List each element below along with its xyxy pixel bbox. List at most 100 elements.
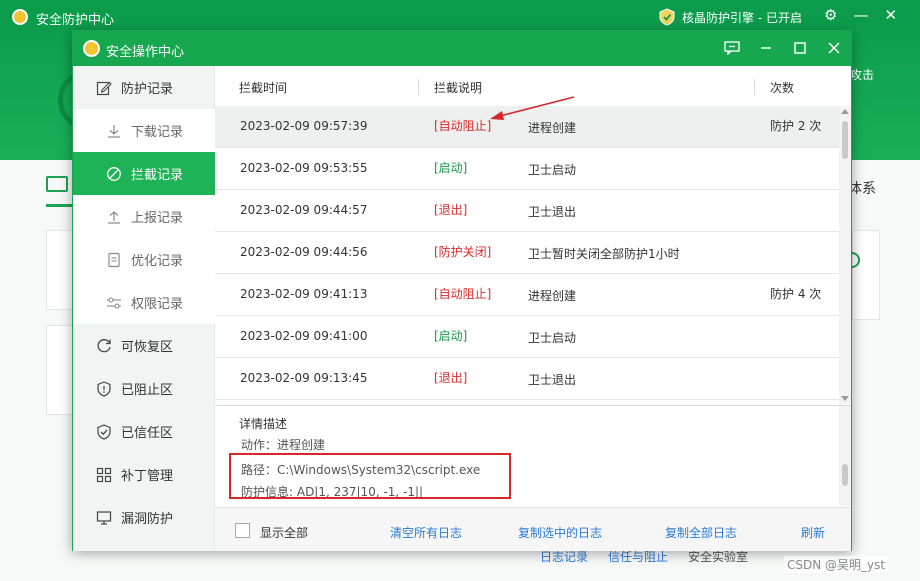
sidebar-item-optimize-records[interactable]: 优化记录	[73, 238, 215, 281]
engine-status[interactable]: 核晶防护引擎 - 已开启	[658, 8, 802, 26]
column-header-time[interactable]: 拦截时间	[239, 79, 287, 96]
sidebar-item-label: 优化记录	[131, 254, 184, 269]
sidebar-item-report-records[interactable]: 上报记录	[73, 195, 215, 238]
background-close-icon[interactable]: ✕	[884, 6, 897, 24]
settings-gear-icon[interactable]: ⚙	[824, 6, 837, 24]
clear-all-logs-link[interactable]: 清空所有日志	[390, 524, 462, 541]
row-time: 2023-02-09 09:44:57	[240, 203, 368, 217]
active-tab-indicator	[46, 204, 72, 207]
row-tag: [自动阻止]	[434, 287, 492, 301]
grid-icon	[96, 467, 112, 483]
table-row[interactable]: 2023-02-09 09:41:13 [自动阻止] 进程创建 防护 4 次	[215, 274, 839, 316]
show-all-label[interactable]: 显示全部	[260, 524, 308, 541]
column-separator	[754, 79, 755, 95]
table-row[interactable]: 2023-02-09 09:53:55 [启动] 卫士启动	[215, 148, 839, 190]
scrollbar-thumb[interactable]	[842, 464, 848, 486]
download-icon	[106, 123, 122, 139]
sidebar-item-label: 已信任区	[121, 426, 174, 441]
table-scrollbar[interactable]	[839, 106, 851, 404]
detail-title: 详情描述	[239, 417, 288, 431]
maximize-icon[interactable]	[791, 39, 809, 57]
row-time: 2023-02-09 09:13:45	[240, 371, 368, 385]
feedback-icon[interactable]	[723, 39, 741, 57]
row-description: 卫士暂时关闭全部防护1小时	[528, 247, 680, 261]
monitor-icon	[96, 510, 112, 526]
sidebar-item-recoverable-zone[interactable]: 可恢复区	[73, 324, 215, 367]
detail-pane: 详情描述 动作：进程创建 路径：C:\Windows\System32\cscr…	[215, 405, 851, 507]
row-time: 2023-02-09 09:41:00	[240, 329, 368, 343]
sidebar-item-label: 拦截记录	[131, 168, 184, 183]
shield-alert-icon	[96, 380, 112, 397]
row-description: 卫士退出	[528, 373, 577, 387]
background-window-controls: ⚙ — ✕	[824, 6, 897, 24]
row-tag: [退出]	[434, 203, 468, 217]
sidebar-item-intercept-records[interactable]: 拦截记录	[73, 152, 215, 195]
row-tag: [启动]	[434, 161, 468, 175]
row-time: 2023-02-09 09:53:55	[240, 161, 368, 175]
scrollbar-thumb[interactable]	[842, 121, 848, 159]
refresh-link[interactable]: 刷新	[801, 524, 825, 541]
sidebar-item-permission-records[interactable]: 权限记录	[73, 281, 215, 324]
row-description: 卫士启动	[528, 331, 577, 345]
column-header-description[interactable]: 拦截说明	[434, 79, 482, 96]
row-time: 2023-02-09 09:57:39	[240, 119, 368, 133]
security-operation-dialog: 安全操作中心 防护记录 下载记录 拦截记录 上报记录 优化记录 权限记录 可恢复…	[72, 30, 852, 551]
dialog-window-controls	[723, 39, 843, 57]
note-edit-icon	[96, 80, 112, 96]
upload-icon	[106, 209, 122, 225]
sidebar-item-label: 防护记录	[121, 82, 174, 97]
detail-scrollbar[interactable]	[839, 406, 851, 506]
watermark: CSDN @吴明_yst	[784, 556, 889, 573]
sidebar-item-label: 权限记录	[131, 297, 184, 312]
engine-shield-icon	[659, 8, 675, 26]
sidebar-item-blocked-zone[interactable]: 已阻止区	[73, 367, 215, 410]
row-count: 防护 2 次	[770, 119, 822, 133]
scroll-up-icon[interactable]	[841, 109, 849, 114]
dialog-logo-icon	[83, 40, 100, 57]
table-row[interactable]: 2023-02-09 09:13:45 [退出] 卫士退出	[215, 358, 839, 400]
sidebar-item-vulnerability-protection[interactable]: 漏洞防护	[73, 496, 215, 539]
row-description: 卫士启动	[528, 163, 577, 177]
row-description: 进程创建	[528, 289, 577, 303]
row-description: 进程创建	[528, 121, 577, 135]
background-minimize-icon[interactable]: —	[853, 6, 868, 24]
table-row[interactable]: 2023-02-09 09:57:39 [自动阻止] 进程创建 防护 2 次	[215, 106, 839, 148]
close-icon[interactable]	[825, 39, 843, 57]
sidebar-item-download-records[interactable]: 下载记录	[73, 109, 215, 152]
row-tag: [退出]	[434, 371, 468, 385]
row-count: 防护 4 次	[770, 287, 822, 301]
sidebar-item-label: 漏洞防护	[121, 512, 174, 527]
sidebar-item-trusted-zone[interactable]: 已信任区	[73, 410, 215, 453]
background-right-tab[interactable]: 体系	[848, 178, 876, 198]
monitor-tab-icon[interactable]	[46, 176, 68, 192]
copy-all-logs-link[interactable]: 复制全部日志	[665, 524, 737, 541]
engine-status-label: 核晶防护引擎 - 已开启	[682, 10, 802, 25]
background-titlebar: 安全防护中心 核晶防护引擎 - 已开启 ⚙ — ✕	[0, 0, 920, 34]
dialog-titlebar: 安全操作中心	[73, 31, 851, 66]
shield-check-icon	[96, 423, 112, 440]
highlight-box-annotation	[229, 453, 511, 499]
dialog-footer: 显示全部 清空所有日志 复制选中的日志 复制全部日志 刷新	[215, 507, 851, 551]
minimize-icon[interactable]	[757, 39, 775, 57]
sidebar-item-label: 上报记录	[131, 211, 184, 226]
background-app-title: 安全防护中心	[36, 13, 115, 28]
show-all-checkbox[interactable]	[235, 523, 250, 538]
table-row[interactable]: 2023-02-09 09:41:00 [启动] 卫士启动	[215, 316, 839, 358]
table-row[interactable]: 2023-02-09 09:44:56 [防护关闭] 卫士暂时关闭全部防护1小时	[215, 232, 839, 274]
background-side-text: 攻击	[850, 68, 875, 82]
sidebar-item-label: 可恢复区	[121, 340, 174, 355]
scroll-down-icon[interactable]	[841, 396, 849, 401]
copy-selected-logs-link[interactable]: 复制选中的日志	[518, 524, 602, 541]
row-time: 2023-02-09 09:44:56	[240, 245, 368, 259]
table-header: 拦截时间 拦截说明 次数	[215, 66, 851, 106]
sidebar-item-protection-records[interactable]: 防护记录	[73, 66, 215, 109]
sliders-icon	[106, 295, 122, 311]
block-icon	[106, 166, 122, 182]
table-row[interactable]: 2023-02-09 09:44:57 [退出] 卫士退出	[215, 190, 839, 232]
app-logo-icon	[12, 9, 28, 25]
doc-icon	[106, 252, 122, 268]
sidebar-item-label: 补丁管理	[121, 469, 174, 484]
column-header-count[interactable]: 次数	[770, 79, 794, 96]
restore-icon	[96, 338, 112, 354]
sidebar-item-patch-management[interactable]: 补丁管理	[73, 453, 215, 496]
